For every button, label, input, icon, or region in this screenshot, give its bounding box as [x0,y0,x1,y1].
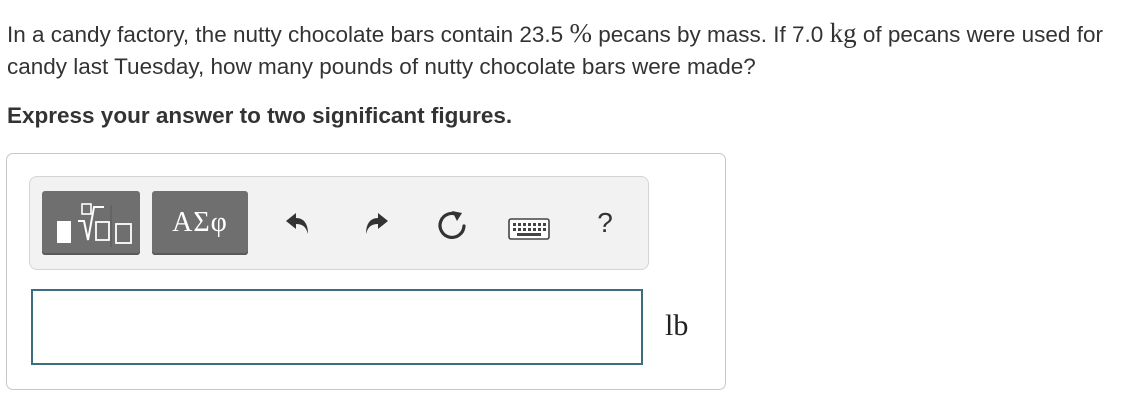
answer-input[interactable] [31,289,643,365]
question-text: In a candy factory, the nutty chocolate … [7,17,1132,83]
reset-icon[interactable] [434,207,470,243]
answer-unit: lb [665,309,689,342]
question-part-2: pecans by mass. If 7.0 [591,22,830,47]
keyboard-icon[interactable] [508,217,550,241]
help-button[interactable]: ? [592,205,618,241]
greek-symbols-label: ΑΣφ [172,207,228,238]
math-toolbar: ΑΣφ ? [29,176,649,270]
question-part-1: In a candy factory, the nutty chocolate … [7,22,570,47]
undo-icon[interactable] [280,205,316,241]
templates-icon [57,203,132,247]
percent-symbol: % [569,18,592,48]
answer-panel: ΑΣφ ? lb [6,153,726,390]
templates-button[interactable] [42,191,140,255]
kg-unit: kg [829,18,857,48]
answer-instruction: Express your answer to two significant f… [7,103,513,128]
redo-icon[interactable] [358,205,394,241]
greek-symbols-button[interactable]: ΑΣφ [152,191,248,255]
